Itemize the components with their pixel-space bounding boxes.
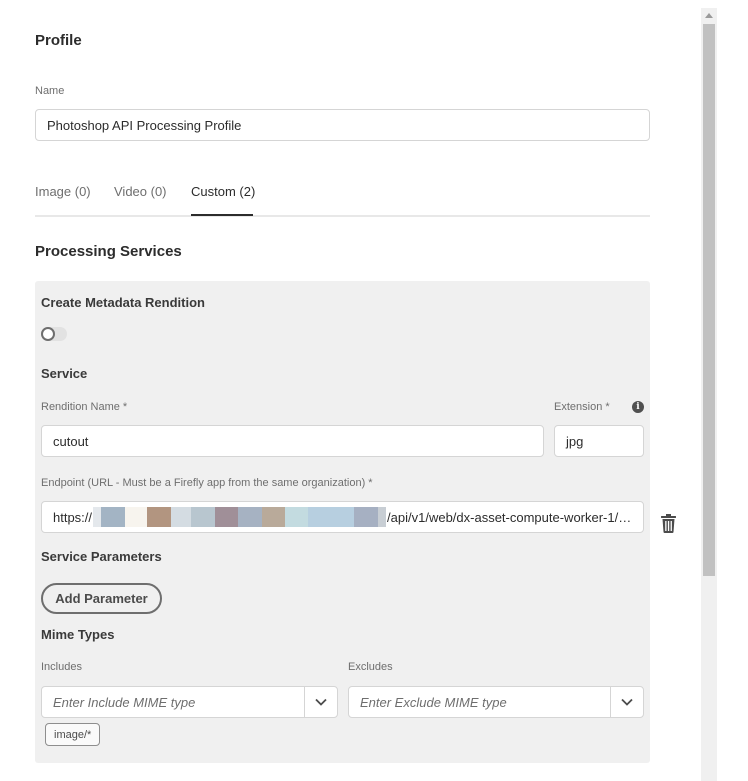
exclude-mime-dropdown-button[interactable] bbox=[610, 687, 643, 717]
toggle-knob bbox=[41, 327, 55, 341]
add-parameter-button[interactable]: Add Parameter bbox=[41, 583, 162, 614]
name-field[interactable]: Photoshop API Processing Profile bbox=[35, 109, 650, 141]
include-mime-dropdown-button[interactable] bbox=[304, 687, 337, 717]
includes-label: Includes bbox=[41, 661, 82, 673]
tab-custom[interactable]: Custom (2) bbox=[191, 184, 255, 199]
chevron-down-icon bbox=[315, 698, 327, 706]
include-mime-combobox: Enter Include MIME type bbox=[41, 686, 338, 718]
scrollbar-thumb[interactable] bbox=[703, 24, 715, 576]
include-mime-input[interactable]: Enter Include MIME type bbox=[42, 687, 304, 717]
endpoint-field[interactable]: https:// /api/v1/web/dx-asset-compute-wo… bbox=[41, 501, 644, 533]
scroll-up-arrow-icon[interactable] bbox=[703, 8, 715, 22]
page-title: Profile bbox=[35, 32, 82, 49]
rendition-name-label: Rendition Name * bbox=[41, 401, 128, 413]
tab-image[interactable]: Image (0) bbox=[35, 184, 91, 199]
processing-services-heading: Processing Services bbox=[35, 243, 182, 260]
rendition-name-field[interactable]: cutout bbox=[41, 425, 544, 457]
endpoint-suffix: /api/v1/web/dx-asset-compute-worker-1/… bbox=[387, 509, 632, 525]
excludes-label: Excludes bbox=[348, 661, 393, 673]
endpoint-label: Endpoint (URL - Must be a Firefly app fr… bbox=[41, 477, 373, 489]
trash-icon[interactable] bbox=[660, 514, 677, 533]
endpoint-prefix: https:// bbox=[53, 509, 93, 525]
chevron-down-icon bbox=[621, 698, 633, 706]
extension-label: Extension * bbox=[554, 401, 610, 413]
exclude-mime-input[interactable]: Enter Exclude MIME type bbox=[349, 687, 610, 717]
service-heading: Service bbox=[41, 366, 88, 381]
exclude-mime-combobox: Enter Exclude MIME type bbox=[348, 686, 644, 718]
create-metadata-heading: Create Metadata Rendition bbox=[41, 295, 205, 310]
create-metadata-toggle[interactable] bbox=[41, 327, 67, 341]
scroll-up-glyph bbox=[705, 12, 713, 18]
tab-video[interactable]: Video (0) bbox=[114, 184, 167, 199]
mime-types-heading: Mime Types bbox=[41, 627, 115, 642]
include-mime-tag[interactable]: image/* bbox=[45, 723, 101, 746]
tab-list: Image (0) Video (0) Custom (2) bbox=[35, 180, 650, 217]
name-field-label: Name bbox=[35, 85, 65, 97]
extension-field[interactable]: jpg bbox=[554, 425, 644, 457]
selected-tab-indicator bbox=[191, 214, 253, 216]
service-parameters-heading: Service Parameters bbox=[41, 549, 162, 564]
info-icon[interactable]: i bbox=[632, 401, 644, 413]
redacted-host bbox=[93, 507, 387, 527]
